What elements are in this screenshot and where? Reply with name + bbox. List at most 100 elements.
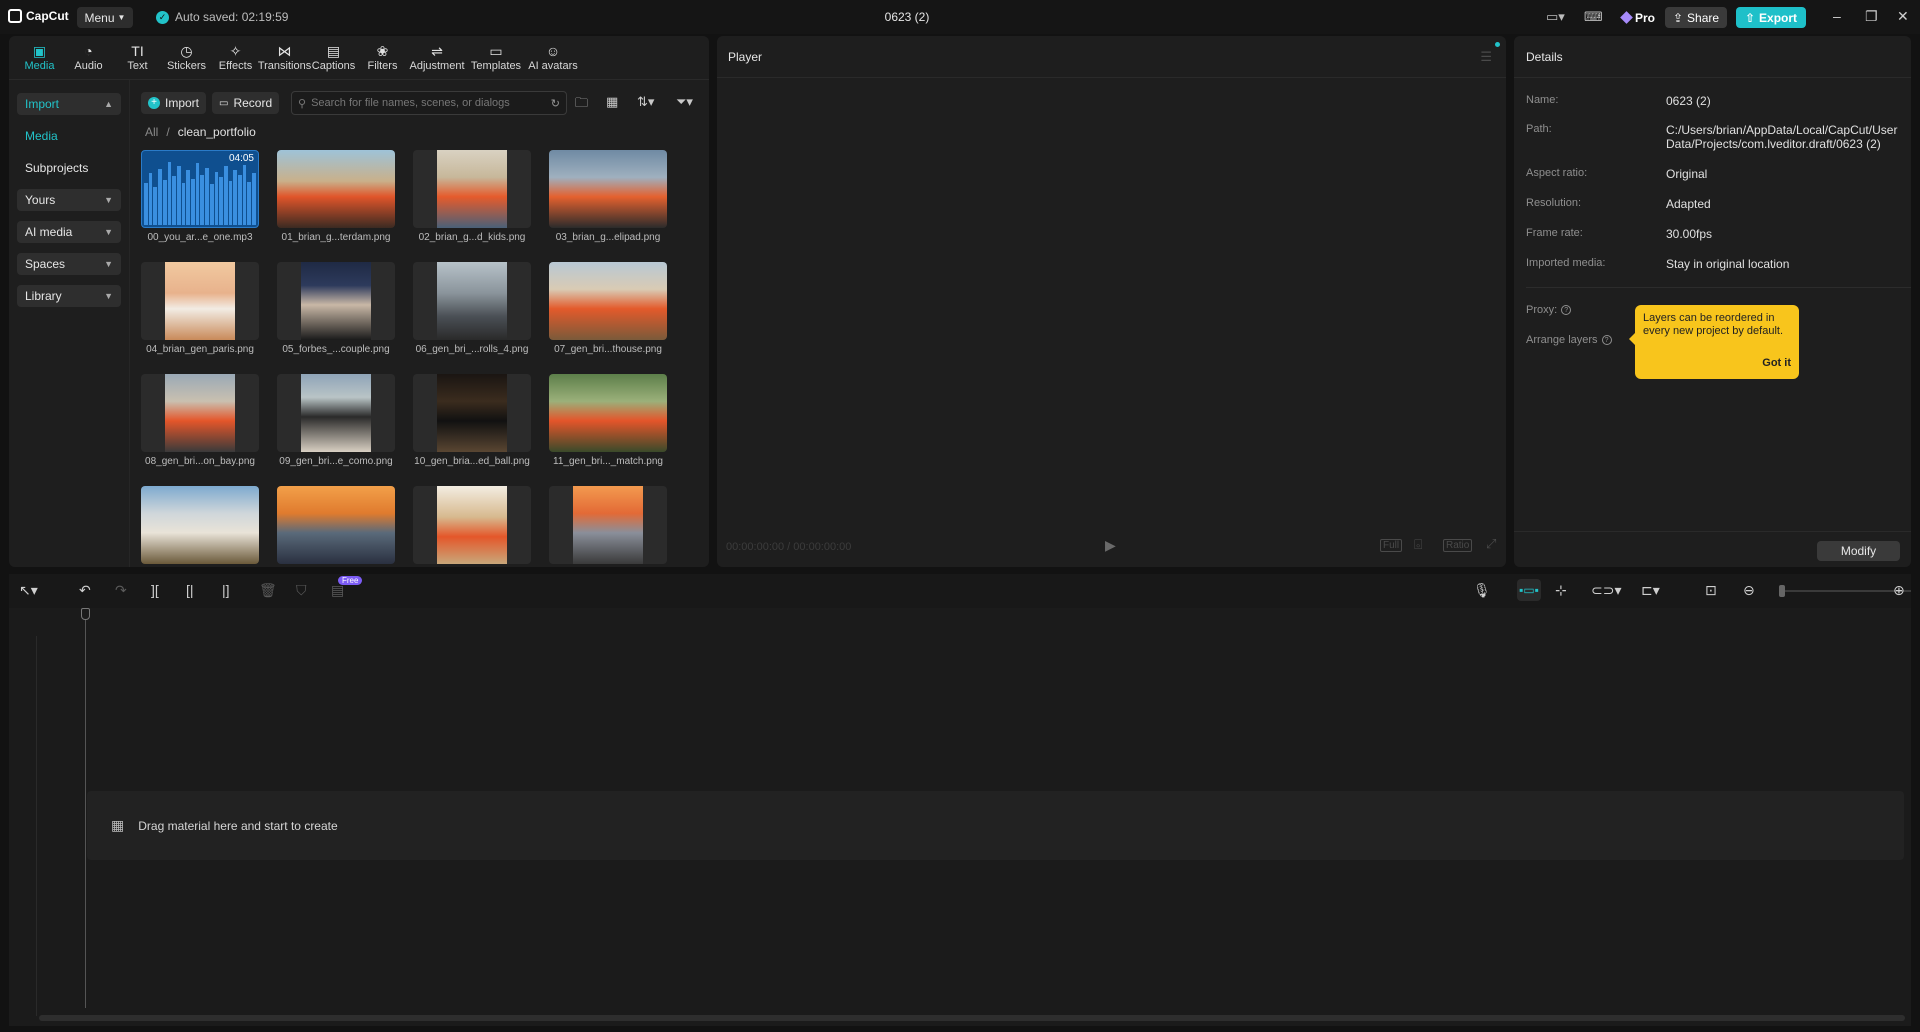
delete-icon[interactable]: 🗑	[259, 582, 277, 599]
sort-icon[interactable]: ⇅▾	[637, 94, 654, 110]
file-name: 07_gen_bri...thouse.png	[554, 344, 662, 355]
export-label: Export	[1759, 10, 1798, 25]
media-search[interactable]: ⚲ ↻	[291, 91, 567, 115]
media-item[interactable]	[549, 486, 667, 567]
fullscreen-icon[interactable]: ⤢	[1484, 536, 1498, 552]
undo-icon[interactable]: ↶	[79, 582, 91, 599]
sidebar-item-media[interactable]: Media	[17, 125, 121, 147]
media-item[interactable]	[413, 486, 531, 567]
zoom-slider-track[interactable]	[1781, 590, 1911, 592]
duration-label: 04:05	[228, 153, 254, 164]
tab-label: Text	[127, 60, 148, 72]
grid-view-icon[interactable]: ▦	[606, 94, 618, 110]
main-track-magnet-icon[interactable]: ▪▭▪	[1517, 579, 1541, 601]
modify-button[interactable]: Modify	[1817, 541, 1900, 561]
split-left-icon[interactable]: [|	[186, 582, 194, 598]
close-icon[interactable]: ✕	[1897, 8, 1909, 25]
notification-dot	[1495, 42, 1500, 47]
image-thumbnail	[141, 262, 259, 340]
layout-icon[interactable]: ▭▾	[1546, 9, 1565, 25]
detail-key: Resolution:	[1526, 197, 1582, 209]
tab-audio[interactable]: ◔ Audio	[64, 40, 113, 76]
refresh-icon[interactable]: ↻	[551, 97, 560, 110]
image-thumbnail	[277, 262, 395, 340]
media-item[interactable]: 10_gen_bria...ed_ball.png	[413, 374, 531, 467]
tab-transitions[interactable]: ⋈ Transitions	[258, 40, 311, 76]
media-item[interactable]: 06_gen_bri_...rolls_4.png	[413, 262, 531, 355]
tab-text[interactable]: TI Text	[113, 40, 162, 76]
timeline[interactable]: ▦ Drag material here and start to create	[9, 608, 1911, 1026]
ratio-button[interactable]: Ratio	[1443, 539, 1473, 552]
sidebar-item-import[interactable]: Import ▲	[17, 93, 121, 115]
record-button[interactable]: ▭ Record	[212, 92, 280, 114]
redo-icon[interactable]: ↷	[115, 582, 127, 599]
restore-icon[interactable]: ❐	[1865, 8, 1878, 25]
sidebar-item-ai-media[interactable]: AI media ▼	[17, 221, 121, 243]
split-right-icon[interactable]: |]	[222, 582, 230, 598]
minimize-icon[interactable]: –	[1833, 8, 1841, 24]
sidebar-item-label: Library	[25, 289, 62, 303]
zoom-out-icon[interactable]: ⊖	[1743, 582, 1755, 599]
media-item[interactable]: 09_gen_bri...e_como.png	[277, 374, 395, 467]
tab-stickers[interactable]: ◷ Stickers	[162, 40, 211, 76]
folder-icon[interactable]: 🗀	[575, 94, 588, 116]
shield-icon[interactable]: ⛉	[296, 582, 307, 599]
preview-axis-icon[interactable]: ⊏▾	[1641, 582, 1660, 599]
auto-snap-icon[interactable]: ⊹	[1555, 582, 1567, 599]
filters-icon: ❀	[376, 43, 389, 59]
tab-filters[interactable]: ❀ Filters	[358, 40, 407, 76]
tab-media[interactable]: ▣ Media	[15, 40, 64, 76]
export-button[interactable]: ⇧ Export	[1736, 7, 1806, 28]
sidebar-item-library[interactable]: Library ▼	[17, 285, 121, 307]
divider	[1514, 77, 1911, 78]
media-item[interactable]: 07_gen_bri...thouse.png	[549, 262, 667, 355]
tab-ai-avatars[interactable]: ☺ AI avatars	[525, 40, 581, 76]
media-item[interactable]: 08_gen_bri...on_bay.png	[141, 374, 259, 467]
media-item[interactable]	[277, 486, 395, 567]
sidebar-item-spaces[interactable]: Spaces ▼	[17, 253, 121, 275]
hamburger-icon[interactable]: ☰	[1480, 49, 1492, 65]
breadcrumb-root[interactable]: All	[145, 125, 158, 139]
sidebar-item-yours[interactable]: Yours ▼	[17, 189, 121, 211]
main-track-drop-zone[interactable]: ▦ Drag material here and start to create	[87, 791, 1904, 860]
media-item[interactable]: 04_brian_gen_paris.png	[141, 262, 259, 355]
full-button[interactable]: Full	[1380, 539, 1403, 552]
split-icon[interactable]: ][	[151, 582, 159, 598]
media-item[interactable]: 02_brian_g...d_kids.png	[413, 150, 531, 243]
tab-captions[interactable]: ▤ Captions	[309, 40, 358, 76]
help-icon[interactable]: ?	[1601, 335, 1612, 346]
search-input[interactable]	[311, 97, 546, 109]
media-item[interactable]: 04:05 00_you_ar...e_one.mp3	[141, 150, 259, 243]
pro-button[interactable]: Pro	[1616, 7, 1661, 28]
keyboard-icon[interactable]: ⌨	[1584, 9, 1603, 25]
detail-value: C:/Users/brian/AppData/Local/CapCut/User…	[1666, 123, 1898, 151]
playhead-handle[interactable]	[81, 608, 90, 620]
filter-icon[interactable]: ⏷▾	[676, 94, 693, 110]
media-item[interactable]: 03_brian_g...elipad.png	[549, 150, 667, 243]
media-item[interactable]: 05_forbes_...couple.png	[277, 262, 395, 355]
media-item[interactable]: 11_gen_bri..._match.png	[549, 374, 667, 467]
fit-timeline-icon[interactable]: ⊡	[1705, 582, 1717, 599]
timeline-scrollbar[interactable]	[39, 1015, 1905, 1021]
screenshot-icon[interactable]: ⌻	[1412, 536, 1424, 553]
help-icon[interactable]: ?	[1561, 305, 1572, 316]
detail-row-resolution: Resolution: Adapted	[1526, 197, 1906, 211]
import-button[interactable]: + Import	[141, 92, 207, 114]
sidebar-item-subprojects[interactable]: Subprojects	[17, 157, 121, 179]
zoom-slider-handle[interactable]	[1779, 585, 1785, 597]
play-icon[interactable]: ▶	[1105, 537, 1116, 554]
tab-label: Effects	[218, 60, 253, 72]
share-button[interactable]: ⇪ Share	[1665, 7, 1727, 28]
media-item[interactable]	[141, 486, 259, 567]
zoom-in-icon[interactable]: ⊕	[1893, 582, 1905, 599]
tab-templates[interactable]: ▭ Templates	[467, 40, 525, 76]
got-it-button[interactable]: Got it	[1762, 357, 1791, 370]
media-item[interactable]: 01_brian_g...terdam.png	[277, 150, 395, 243]
tab-effects[interactable]: ✧ Effects	[211, 40, 260, 76]
tab-label: Captions	[311, 60, 356, 72]
select-cursor-icon[interactable]: ↖▾	[19, 582, 38, 599]
arrange-layers-tooltip: Layers can be reordered in every new pro…	[1629, 305, 1799, 379]
microphone-icon[interactable]: 🎙	[1473, 582, 1491, 599]
tab-adjustment[interactable]: ⇌ Adjustment	[407, 40, 467, 76]
link-icon[interactable]: ⊂⊃▾	[1591, 582, 1622, 599]
